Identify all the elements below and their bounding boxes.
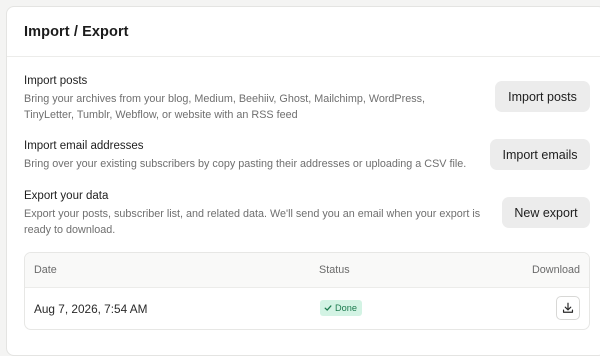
import-posts-description: Bring your archives from your blog, Medi… xyxy=(24,93,426,121)
panel-header: Import / Export xyxy=(7,7,600,57)
column-header-download: Download xyxy=(531,264,580,276)
import-posts-button[interactable]: Import posts xyxy=(495,81,590,112)
column-header-date: Date xyxy=(34,264,57,276)
import-emails-description: Bring over your existing subscribers by … xyxy=(24,158,467,170)
import-posts-section: Import posts Bring your archives from yo… xyxy=(24,74,590,124)
checkmark-icon xyxy=(324,305,332,311)
table-header: Date Status Download xyxy=(25,253,589,288)
download-icon xyxy=(562,302,574,313)
import-emails-button[interactable]: Import emails xyxy=(490,139,590,170)
export-data-description: Export your posts, subscriber list, and … xyxy=(24,208,481,236)
status-badge: Done xyxy=(320,300,362,316)
status-badge-label: Done xyxy=(335,303,357,313)
table-row: Aug 7, 2026, 7:54 AM Done xyxy=(25,288,589,329)
export-date: Aug 7, 2026, 7:54 AM xyxy=(34,302,148,316)
import-emails-section: Import email addresses Bring over your e… xyxy=(24,139,590,179)
export-data-section: Export your data Export your posts, subs… xyxy=(24,189,590,239)
new-export-button[interactable]: New export xyxy=(502,197,590,228)
exports-table: Date Status Download Aug 7, 2026, 7:54 A… xyxy=(24,252,590,330)
download-button[interactable] xyxy=(556,296,580,320)
column-header-status: Status xyxy=(319,264,350,276)
import-export-panel: Import / Export Import posts Bring your … xyxy=(6,6,600,356)
panel-title: Import / Export xyxy=(24,23,129,40)
